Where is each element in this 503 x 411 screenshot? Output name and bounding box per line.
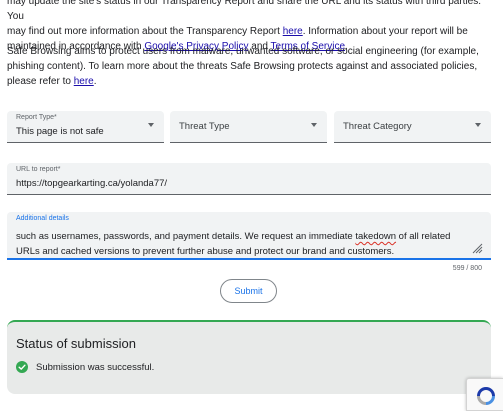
safe-browsing-end: . [93,76,97,87]
details-text-before: such as usernames, passwords, and paymen… [16,231,356,242]
intro-line-2-text: may find out more information about the … [7,26,283,37]
report-type-label: Report Type* [16,114,57,121]
report-type-select[interactable]: Report Type* This page is not safe [7,111,164,143]
recaptcha-badge[interactable] [466,378,503,411]
submit-button[interactable]: Submit [220,279,277,303]
additional-details-label: Additional details [16,215,69,222]
resize-handle-icon[interactable] [471,242,483,254]
additional-details-textarea[interactable]: Additional details such as usernames, pa… [7,212,491,260]
status-row: Submission was successful. [16,361,154,373]
threat-type-select[interactable]: Threat Type [170,111,327,143]
transparency-here-link[interactable]: here [283,26,303,37]
caret-down-icon [475,123,481,127]
caret-down-icon [311,123,317,127]
report-page: may update the site's status in our Tran… [0,0,503,411]
url-value: https://topgearkarting.ca/yolanda77/ [16,178,168,189]
url-input[interactable]: URL to report* https://topgearkarting.ca… [7,163,491,195]
threat-category-placeholder: Threat Category [343,121,412,132]
safe-browsing-paragraph: Safe Browsing aims to protect users from… [7,44,497,89]
misspelled-word: takedown [355,231,397,242]
caret-down-icon [148,123,154,127]
recaptcha-icon [477,387,495,405]
character-counter: 599 / 800 [452,265,482,272]
intro-line-2-tail: . Information about your report will be [302,26,468,37]
status-card: Status of submission Submission was succ… [7,320,491,394]
threats-here-link[interactable]: here [74,76,94,87]
check-circle-icon [16,361,28,373]
threat-category-select[interactable]: Threat Category [334,111,491,143]
additional-details-text: such as usernames, passwords, and paymen… [16,229,476,259]
status-title: Status of submission [16,336,136,351]
report-type-value: This page is not safe [16,126,104,137]
intro-line-1: may update the site's status in our Tran… [7,0,482,22]
url-label: URL to report* [16,166,61,173]
status-message: Submission was successful. [36,361,155,373]
threat-type-placeholder: Threat Type [179,121,230,132]
